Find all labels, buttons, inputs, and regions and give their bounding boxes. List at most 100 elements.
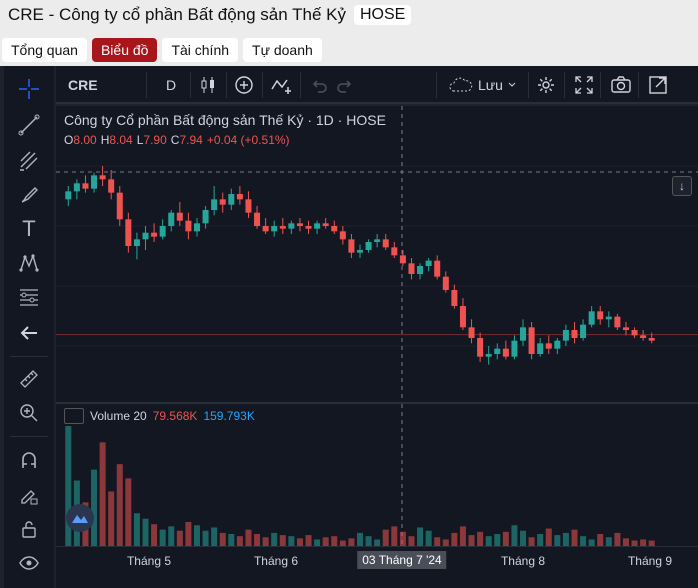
compare-icon[interactable] [270,74,294,96]
candle [391,242,398,258]
volume-bar [520,530,527,546]
undo-icon[interactable] [310,74,328,96]
candle [65,186,72,206]
candle [82,175,89,193]
volume-bar [331,536,338,546]
volume-bar [348,538,355,546]
candle-body [228,194,235,205]
volume-legend: Volume 20 79.568K 159.793K [64,408,255,424]
lock-draw-icon[interactable] [16,482,42,508]
volume-bar [562,532,569,546]
close-label: C [170,133,180,147]
candle [125,212,132,253]
candle-body [271,226,278,232]
candle [133,232,140,260]
chevron-down-icon [508,82,516,87]
volume-bar [296,538,303,546]
tab-bar: Tổng quan Biểu đồ Tài chính Tự doanh [2,38,322,62]
drawing-toolbar: T [4,66,54,588]
candle [442,271,449,293]
time-axis-label: Tháng 6 [253,554,299,568]
open-label: O [64,133,74,147]
candle-body [185,220,192,232]
candle [296,218,303,232]
toolbar-divider [10,356,48,357]
settings-icon[interactable] [536,74,556,96]
candle-body [494,348,501,354]
volume-value: 79.568K [152,409,198,423]
volume-bar [511,525,518,546]
zoom-icon[interactable] [16,400,42,426]
candle-body [520,327,527,341]
crosshair-icon[interactable] [16,76,42,102]
popout-icon[interactable] [648,74,668,96]
candle-body [382,239,389,248]
add-indicator-icon[interactable] [234,74,254,96]
volume-bar [202,530,209,546]
symbol-search[interactable]: CRE [68,74,98,96]
candle [597,306,604,325]
candle [459,298,466,330]
tab-proprietary[interactable]: Tự doanh [243,38,322,62]
low-label: L [136,133,144,147]
camera-icon[interactable] [610,74,632,96]
candle [580,319,587,341]
candle [271,220,278,237]
save-button[interactable]: Lưu [448,74,517,96]
open-value: 8.00 [73,133,97,147]
tab-finance[interactable]: Tài chính [162,38,239,62]
price-pane[interactable]: Công ty Cổ phần Bất động sản Thế Kỷ · 1D… [56,106,698,402]
volume-pane[interactable]: Volume 20 79.568K 159.793K [56,404,698,546]
volume-bar [571,529,578,546]
collapse-icon[interactable] [64,408,84,424]
time-axis[interactable]: Tháng 5 Tháng 6 03 Tháng 7 '24 Tháng 8 T… [56,546,698,574]
volume-bar [425,530,432,546]
tradingview-logo-icon[interactable] [66,504,94,532]
interval-button[interactable]: D [166,74,176,96]
lock-icon[interactable] [16,516,42,542]
back-arrow-icon[interactable] [16,320,42,346]
candle [399,250,406,266]
candle [408,258,415,280]
candle-body [562,330,569,341]
candle [605,311,612,328]
fullscreen-icon[interactable] [574,74,594,96]
volume-bar [159,529,166,546]
candle-body [73,183,80,192]
scroll-to-realtime-button[interactable]: ↓ [672,176,692,196]
magnet-icon[interactable] [16,448,42,474]
candle-body [605,316,612,320]
volume-bar [262,537,269,546]
candle-body [151,232,158,237]
ruler-icon[interactable] [16,366,42,392]
volume-bar [399,531,406,546]
pitchfork-icon[interactable] [16,148,42,174]
candle [348,234,355,258]
tab-overview[interactable]: Tổng quan [2,38,87,62]
brush-icon[interactable] [16,182,42,208]
eye-icon[interactable] [16,550,42,576]
candle [365,239,372,253]
redo-icon[interactable] [336,74,354,96]
pattern-icon[interactable] [16,250,42,276]
candle [331,220,338,234]
volume-bar [417,527,424,546]
trendline-icon[interactable] [16,112,42,138]
candle [502,340,509,360]
volume-bar [580,536,587,546]
divider [528,72,529,98]
candle-body [417,266,424,274]
text-icon[interactable]: T [16,216,42,242]
candle-body [365,242,372,250]
candle [108,170,115,200]
exchange-badge: HOSE [354,5,412,25]
volume-bar [176,530,183,546]
fib-icon[interactable] [16,284,42,310]
candle-body [425,260,432,266]
volume-bar [622,538,629,546]
tab-chart[interactable]: Biểu đồ [91,38,158,62]
candle [159,219,166,240]
candle-body [288,223,295,229]
volume-bar [279,535,286,546]
candles-icon[interactable] [198,74,218,96]
